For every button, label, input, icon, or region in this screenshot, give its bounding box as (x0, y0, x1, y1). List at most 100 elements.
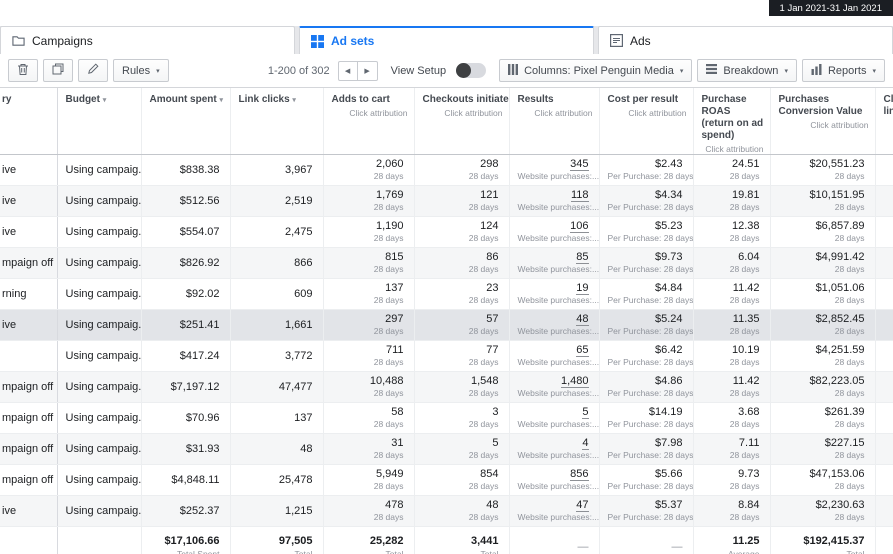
cell-link-clicks: 48 (230, 433, 324, 465)
cell-amount-spent: $251.41 (141, 309, 231, 341)
delete-button[interactable] (8, 59, 38, 82)
table-row[interactable]: mpaign off Using campaig... $7,197.12 47… (0, 371, 893, 403)
topbar: 1 Jan 2021-31 Jan 2021 (0, 0, 893, 26)
cell-adds-to-cart: 2,060 28 days (323, 154, 415, 186)
column-header-delivery[interactable]: ry (0, 88, 58, 155)
cell-checkouts-initiated: 298 28 days (414, 154, 510, 186)
column-header-cost-per-result[interactable]: Cost per result Click attribution (599, 88, 694, 155)
results-metric-link[interactable]: 118 (570, 189, 589, 202)
cell-cost-per-result: $7.98 Per Purchase: 28 days (599, 433, 694, 465)
cell-adds-to-cart: 1,769 28 days (323, 185, 415, 217)
table-row[interactable]: Using campaig... $417.24 3,772 711 28 da… (0, 340, 893, 372)
cell-conversion-value: $261.39 28 days (770, 402, 876, 434)
results-metric-link[interactable]: 5 (582, 406, 589, 419)
cell-link-clicks: 2,475 (230, 216, 324, 248)
view-setup-toggle[interactable] (456, 63, 487, 78)
column-header-partial[interactable]: Cl lin (875, 88, 893, 155)
cell-results: 5 Website purchases:... (509, 402, 600, 434)
cell-amount-spent: $826.92 (141, 247, 231, 279)
cell-adds-to-cart: 58 28 days (323, 402, 415, 434)
cell-adds-to-cart: 815 28 days (323, 247, 415, 279)
column-header-purchase-roas[interactable]: Purchase ROAS (return on ad spend) Click… (693, 88, 771, 155)
column-header-budget[interactable]: Budget ▾ (57, 88, 142, 155)
cell-delivery-status: rning (0, 278, 58, 310)
cell-budget: Using campaig... (57, 154, 142, 186)
column-header-purchases-conversion-value[interactable]: Purchases Conversion Value Click attribu… (770, 88, 876, 155)
cell-results: 19 Website purchases:... (509, 278, 600, 310)
footer-cell-cost-per-result: — (599, 526, 694, 554)
cell-cost-per-result: $2.43 Per Purchase: 28 days (599, 154, 694, 186)
cell-cost-per-result: $4.84 Per Purchase: 28 days (599, 278, 694, 310)
cell-budget: Using campaig... (57, 247, 142, 279)
tab-ads[interactable]: Ads (598, 26, 893, 54)
cell-partial (875, 340, 893, 372)
prev-page-button[interactable]: ◀ (337, 60, 358, 81)
results-metric-link[interactable]: 85 (576, 251, 589, 264)
cell-cost-per-result: $9.73 Per Purchase: 28 days (599, 247, 694, 279)
column-header-link-clicks[interactable]: Link clicks ▾ (230, 88, 324, 155)
cell-budget: Using campaig... (57, 278, 142, 310)
cell-conversion-value: $4,991.42 28 days (770, 247, 876, 279)
table-row[interactable]: ive Using campaig... $512.56 2,519 1,769… (0, 185, 893, 217)
results-metric-link[interactable]: 65 (576, 344, 589, 357)
cell-partial (875, 433, 893, 465)
cell-checkouts-initiated: 48 28 days (414, 495, 510, 527)
reports-button[interactable]: Reports ▾ (801, 59, 885, 82)
table-row[interactable]: rning Using campaig... $92.02 609 137 28… (0, 278, 893, 310)
tab-campaigns[interactable]: Campaigns (0, 26, 295, 54)
breakdown-button[interactable]: Breakdown ▾ (697, 59, 797, 82)
results-metric-link[interactable]: 4 (582, 437, 589, 450)
cell-purchase-roas: 9.73 28 days (693, 464, 771, 496)
table-row[interactable]: mpaign off Using campaig... $31.93 48 31… (0, 433, 893, 465)
column-header-amount-spent[interactable]: Amount spent ▾ (141, 88, 231, 155)
columns-button[interactable]: Columns: Pixel Penguin Media ▾ (499, 59, 693, 82)
column-header-adds-to-cart[interactable]: Adds to cart Click attribution (323, 88, 415, 155)
table-row[interactable]: ive Using campaig... $554.07 2,475 1,190… (0, 216, 893, 248)
table-row[interactable]: mpaign off Using campaig... $826.92 866 … (0, 247, 893, 279)
table-row[interactable]: ive Using campaig... $251.41 1,661 297 2… (0, 309, 893, 341)
chevron-down-icon: ▾ (872, 67, 876, 75)
cell-budget: Using campaig... (57, 216, 142, 248)
edit-button[interactable] (78, 59, 108, 82)
results-metric-link[interactable]: 47 (576, 499, 589, 512)
cell-delivery-status: ive (0, 495, 58, 527)
cell-conversion-value: $2,230.63 28 days (770, 495, 876, 527)
cell-checkouts-initiated: 57 28 days (414, 309, 510, 341)
rules-button[interactable]: Rules ▾ (113, 59, 169, 82)
cell-purchase-roas: 11.42 28 days (693, 371, 771, 403)
cell-checkouts-initiated: 3 28 days (414, 402, 510, 434)
cell-delivery-status: mpaign off (0, 433, 58, 465)
results-metric-link[interactable]: 856 (570, 468, 589, 481)
cell-checkouts-initiated: 77 28 days (414, 340, 510, 372)
cell-budget: Using campaig... (57, 340, 142, 372)
table-row[interactable]: mpaign off Using campaig... $4,848.11 25… (0, 464, 893, 496)
column-header-checkouts-initiated[interactable]: Checkouts initiated Click attribution (414, 88, 510, 155)
table-row[interactable]: ive Using campaig... $252.37 1,215 478 2… (0, 495, 893, 527)
next-page-button[interactable]: ▶ (357, 60, 378, 81)
tab-ads-label: Ads (630, 33, 651, 48)
duplicate-button[interactable] (43, 59, 73, 82)
table-row[interactable]: mpaign off Using campaig... $70.96 137 5… (0, 402, 893, 434)
date-range-selector[interactable]: 1 Jan 2021-31 Jan 2021 (768, 0, 893, 16)
footer-cell-results: — (509, 526, 600, 554)
cell-amount-spent: $512.56 (141, 185, 231, 217)
cell-cost-per-result: $14.19 Per Purchase: 28 days (599, 402, 694, 434)
cell-conversion-value: $6,857.89 28 days (770, 216, 876, 248)
column-header-results[interactable]: Results Click attribution (509, 88, 600, 155)
footer-cell-amount-spent: $17,106.66 Total Spent (141, 526, 231, 554)
cell-delivery-status: mpaign off (0, 464, 58, 496)
tab-adsets[interactable]: Ad sets (299, 26, 594, 54)
results-metric-link[interactable]: 48 (576, 313, 589, 326)
cell-results: 118 Website purchases:... (509, 185, 600, 217)
results-metric-link[interactable]: 106 (570, 220, 589, 233)
results-metric-link[interactable]: 345 (570, 158, 589, 171)
table-row[interactable]: ive Using campaig... $838.38 3,967 2,060… (0, 154, 893, 186)
cell-checkouts-initiated: 23 28 days (414, 278, 510, 310)
footer-cell-delivery (0, 526, 58, 554)
results-metric-link[interactable]: 1,480 (560, 375, 589, 388)
cell-delivery-status: ive (0, 185, 58, 217)
results-metric-link[interactable]: 19 (576, 282, 589, 295)
cell-purchase-roas: 10.19 28 days (693, 340, 771, 372)
ads-manager-app: 1 Jan 2021-31 Jan 2021 Campaigns Ad sets… (0, 0, 893, 554)
cell-partial (875, 309, 893, 341)
